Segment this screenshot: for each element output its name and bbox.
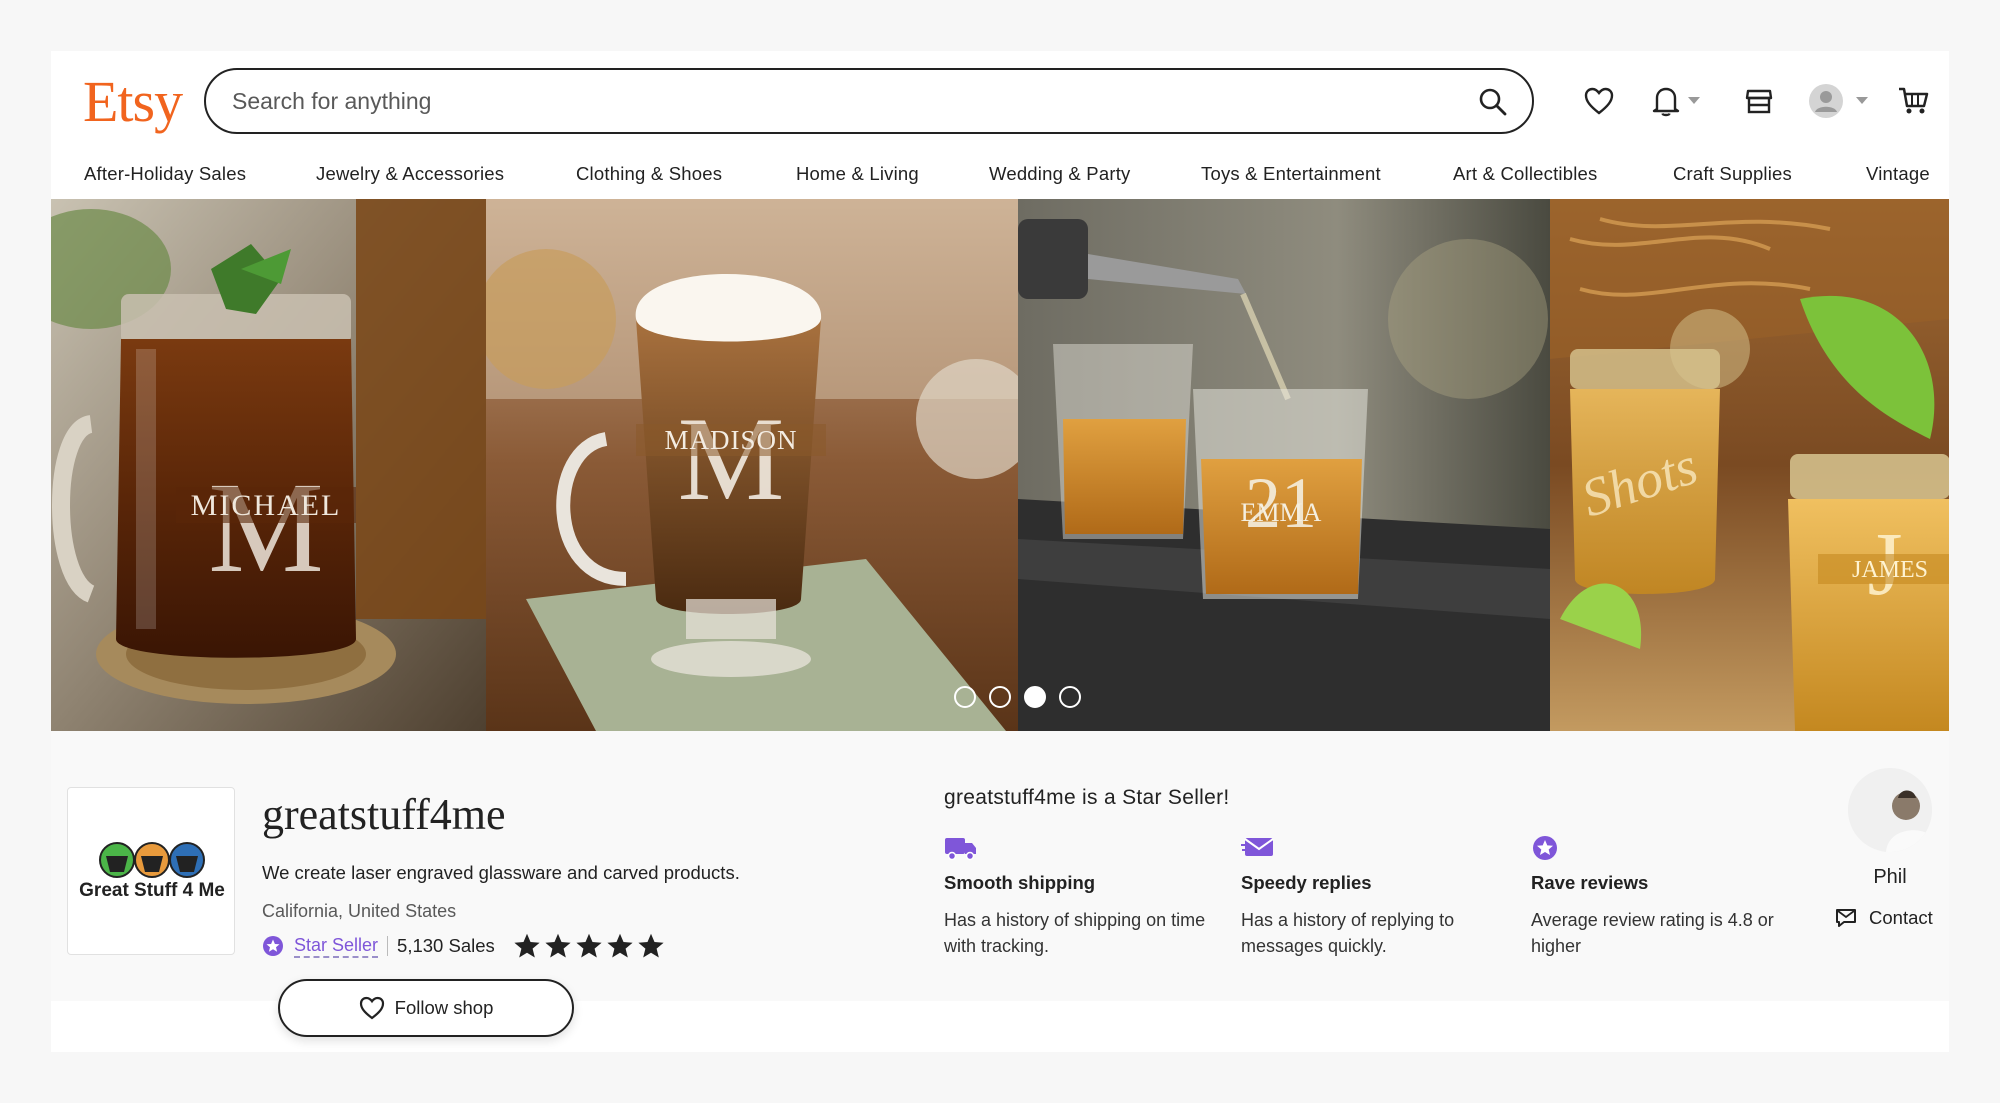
cart-button[interactable] [1893, 77, 1933, 125]
shop-manager-button[interactable] [1739, 77, 1779, 125]
follow-shop-button[interactable]: Follow shop [278, 979, 574, 1037]
shop-icon [1745, 89, 1773, 114]
follow-shop-label: Follow shop [394, 997, 494, 1018]
svg-text:M: M [678, 392, 785, 525]
category-link[interactable]: Jewelry & Accessories [316, 163, 504, 185]
search-input[interactable] [232, 87, 1412, 115]
star-icon [576, 933, 602, 958]
owner-avatar[interactable] [1848, 768, 1932, 852]
avatar-icon [1809, 84, 1843, 118]
category-link[interactable]: Wedding & Party [989, 163, 1130, 185]
contact-button[interactable]: Contact [1835, 907, 1933, 929]
engraving-text: EMMA [1241, 498, 1322, 527]
feature-description: Average review rating is 4.8 or higher [1531, 910, 1774, 956]
shop-logo[interactable]: Great Stuff 4 Me [67, 787, 235, 955]
star-icon [638, 933, 664, 958]
page: Etsy Search for anything After-Holiday S… [51, 51, 1949, 1052]
star-seller-heading: greatstuff4me is a Star Seller! [944, 786, 1230, 809]
shop-description: We create laser engraved glassware and c… [262, 862, 740, 883]
carousel-dots [954, 686, 1081, 708]
star-badge-icon [1533, 836, 1557, 860]
search-button[interactable] [1474, 83, 1512, 121]
carousel-dot[interactable] [954, 686, 976, 708]
contact-label: Contact [1869, 907, 1933, 928]
category-link[interactable]: After-Holiday Sales [84, 163, 246, 185]
feature-rave-reviews: Rave reviews Average review rating is 4.… [1531, 835, 1801, 959]
carousel-dot[interactable] [989, 686, 1011, 708]
category-nav: After-Holiday Sales Jewelry & Accessorie… [51, 155, 1949, 201]
sales-count: 5,130 Sales [397, 935, 495, 956]
carousel-dot-active[interactable] [1024, 686, 1046, 708]
feature-speedy-replies: Speedy replies Has a history of replying… [1241, 835, 1511, 959]
star-seller-link[interactable]: Star Seller [294, 934, 379, 958]
seller-stats: Star Seller 5,130 Sales [262, 931, 665, 961]
feature-title: Rave reviews [1531, 872, 1649, 893]
rating-stars [513, 932, 665, 960]
basket-icon [99, 842, 205, 878]
engraving-text: JAMES [1852, 557, 1928, 583]
shop-location: California, United States [262, 901, 457, 921]
divider [387, 936, 389, 956]
category-link[interactable]: Art & Collectibles [1453, 163, 1597, 185]
notifications-button[interactable] [1646, 77, 1700, 125]
shop-name: greatstuff4me [262, 790, 506, 839]
feature-smooth-shipping: Smooth shipping Has a history of shippin… [944, 835, 1214, 959]
star-icon [545, 933, 571, 958]
engraving-text: MICHAEL [191, 489, 342, 522]
banner-image-shot-glasses: 21 EMMA [1018, 199, 1550, 731]
category-link[interactable]: Clothing & Shoes [576, 163, 722, 185]
chevron-down-icon [1856, 97, 1868, 104]
heart-icon [359, 996, 384, 1020]
banner-image-iced-tea: M MICHAEL [51, 199, 486, 731]
heart-icon [1584, 87, 1614, 115]
star-icon [514, 933, 540, 958]
envelope-icon [1241, 838, 1274, 856]
shop-logo-text: Great Stuff 4 Me [79, 880, 225, 901]
category-link[interactable]: Home & Living [796, 163, 919, 185]
message-icon [1836, 909, 1856, 927]
shop-info: Great Stuff 4 Me greatstuff4me We create… [51, 731, 1949, 1037]
search-icon [1479, 88, 1507, 116]
feature-description: Has a history of replying to messages qu… [1241, 910, 1455, 956]
engraving-text: MADISON [664, 425, 797, 455]
carousel-dot[interactable] [1059, 686, 1081, 708]
account-button[interactable] [1806, 77, 1868, 125]
favorites-button[interactable] [1579, 77, 1619, 125]
etsy-logo[interactable]: Etsy [83, 68, 183, 135]
truck-icon [945, 838, 976, 861]
star-icon [607, 933, 633, 958]
feature-description: Has a history of shipping on time with t… [944, 910, 1206, 956]
banner-image-mason-shots: Shots J JAMES [1550, 199, 1949, 731]
owner-name: Phil [1873, 866, 1907, 888]
search-bar[interactable] [204, 68, 1534, 134]
category-link[interactable]: Toys & Entertainment [1201, 163, 1381, 185]
feature-title: Smooth shipping [944, 872, 1096, 893]
banner-image-coffee-mug: M MADISON [486, 199, 1018, 731]
category-link[interactable]: Craft Supplies [1673, 163, 1792, 185]
category-link[interactable]: Vintage [1866, 163, 1930, 185]
chevron-down-icon [1688, 97, 1700, 104]
svg-text:M: M [208, 456, 324, 600]
feature-title: Speedy replies [1241, 872, 1372, 893]
star-seller-badge-icon [263, 936, 283, 956]
cart-icon [1899, 87, 1929, 114]
shop-banner: M MICHAEL M MADISON 21 EMMA Shots JAMES [51, 199, 1949, 731]
bell-icon [1652, 87, 1680, 117]
